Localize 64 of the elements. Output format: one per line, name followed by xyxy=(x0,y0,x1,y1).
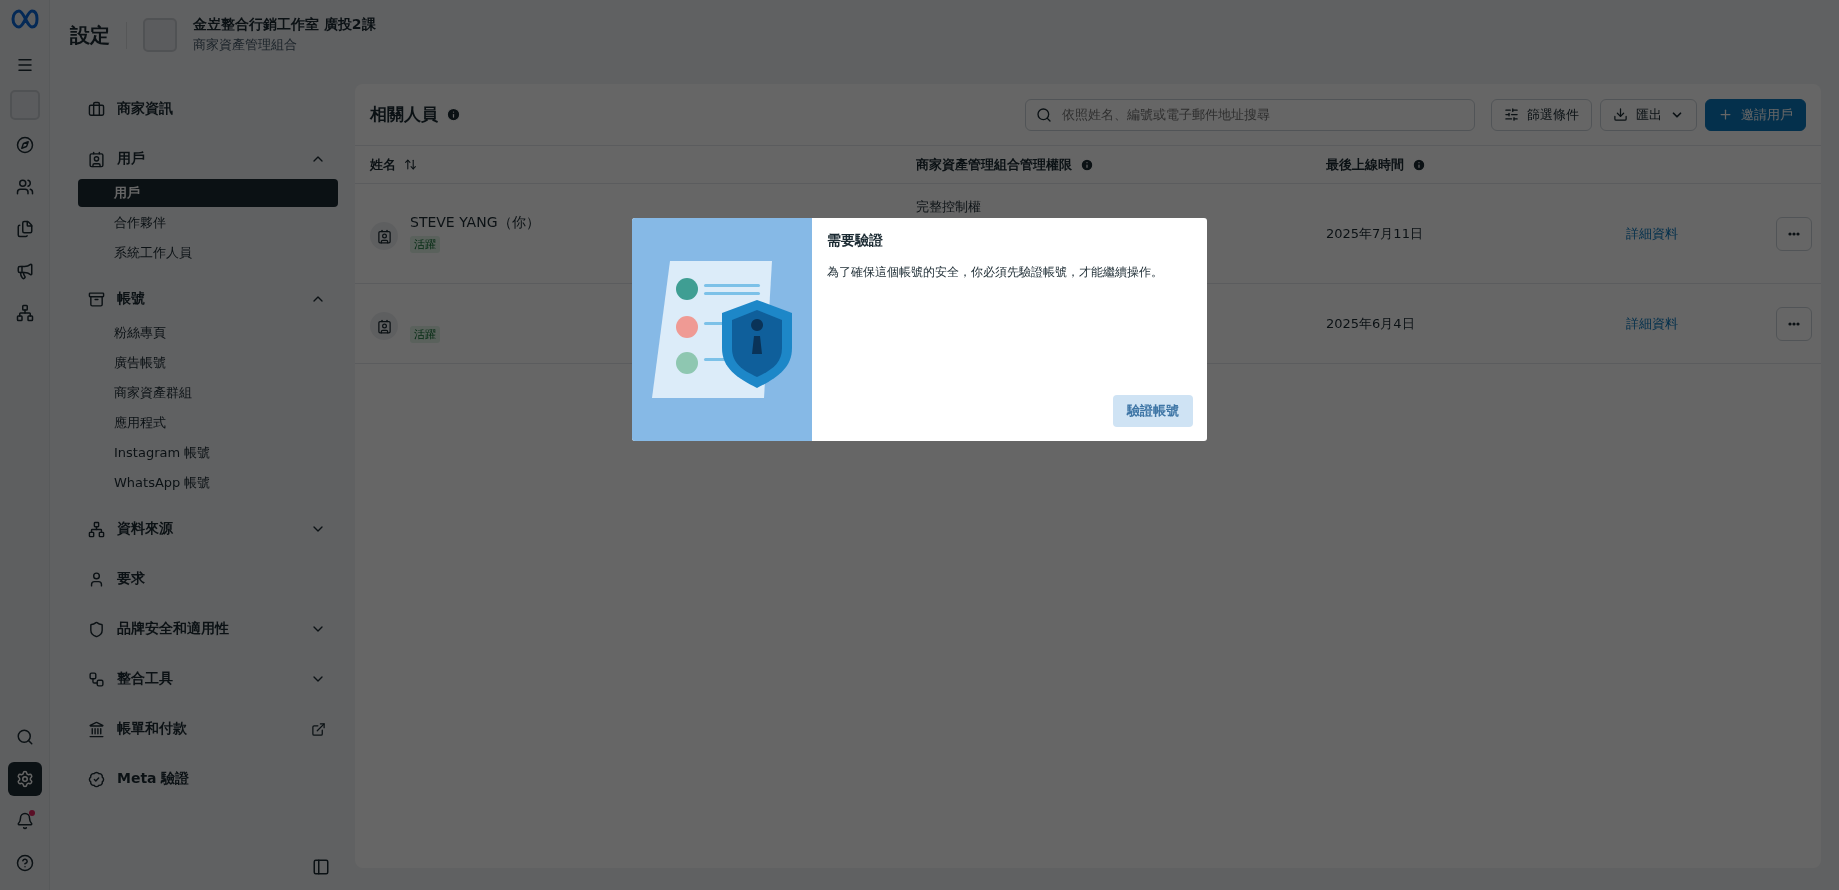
sidebar-section[interactable]: 用戶 xyxy=(78,140,338,178)
dialog-title: 需要驗證 xyxy=(827,232,884,250)
last-online-date: 2025年7月11日 xyxy=(1326,224,1423,243)
workflow-icon xyxy=(88,670,105,688)
search-icon xyxy=(1036,106,1052,123)
sidebar-section[interactable]: 品牌安全和適用性 xyxy=(78,610,338,648)
export-button[interactable]: 匯出 xyxy=(1600,98,1697,131)
status-tag: 活躍 xyxy=(410,236,440,253)
download-icon xyxy=(1613,107,1628,122)
column-header: 姓名 xyxy=(370,155,396,174)
status-tag: 活躍 xyxy=(410,326,440,343)
sidebar-item[interactable]: 用戶 xyxy=(78,179,338,207)
external-link-icon xyxy=(311,721,326,737)
sidebar-item[interactable]: 系統工作人員 xyxy=(78,239,338,267)
verified-icon xyxy=(88,770,105,788)
more-icon xyxy=(1788,231,1800,236)
permission-text: 完整控制權 xyxy=(916,198,981,216)
avatar-icon xyxy=(370,312,398,340)
sidebar-item[interactable]: 合作夥伴 xyxy=(78,209,338,237)
sidebar-item[interactable]: 商家資產群組 xyxy=(78,379,338,407)
network-icon xyxy=(88,520,105,538)
business-name: 金岦整合行銷工作室 廣投2課 xyxy=(193,16,376,34)
info-icon[interactable] xyxy=(446,107,461,122)
archive-icon xyxy=(88,290,105,308)
dialog-message: 為了確保這個帳號的安全，你必須先驗證帳號，才能繼續操作。 xyxy=(827,264,1164,281)
sidebar-item[interactable]: 粉絲專頁 xyxy=(78,319,338,347)
sidebar-section[interactable]: 整合工具 xyxy=(78,660,338,698)
sidebar-section[interactable]: 帳單和付款 xyxy=(78,710,338,748)
more-icon xyxy=(1788,321,1800,326)
sidebar-item[interactable]: 應用程式 xyxy=(78,409,338,437)
collapse-panel-icon[interactable] xyxy=(312,858,330,876)
sidebar-section[interactable]: 商家資訊 xyxy=(78,90,338,128)
bank-icon xyxy=(88,720,105,738)
info-icon[interactable] xyxy=(1412,157,1426,172)
details-link[interactable]: 詳細資料 xyxy=(1626,314,1678,333)
column-header: 商家資產管理組合管理權限 xyxy=(916,155,1072,174)
info-icon[interactable] xyxy=(1080,157,1094,172)
badge-icon xyxy=(88,150,105,168)
sidebar-section[interactable]: 資料來源 xyxy=(78,510,338,548)
plus-icon xyxy=(1718,107,1733,122)
user-name: STEVE YANG（你） xyxy=(410,214,540,232)
more-button[interactable] xyxy=(1776,306,1812,341)
sidebar-section[interactable]: 要求 xyxy=(78,560,338,598)
page-title: 設定 xyxy=(70,21,127,49)
details-link[interactable]: 詳細資料 xyxy=(1626,224,1678,243)
last-online-date: 2025年6月4日 xyxy=(1326,314,1415,333)
column-header: 最後上線時間 xyxy=(1326,155,1404,174)
settings-icon[interactable] xyxy=(7,762,42,796)
sidebar-item[interactable]: WhatsApp 帳號 xyxy=(78,469,338,497)
shield-icon xyxy=(88,620,105,638)
avatar-icon xyxy=(370,222,398,250)
sliders-icon xyxy=(1504,107,1519,122)
sidebar-item[interactable]: 廣告帳號 xyxy=(78,349,338,377)
panel-title: 相關人員 xyxy=(370,103,438,126)
filter-button[interactable]: 篩選條件 xyxy=(1491,98,1592,131)
invite-button[interactable]: 邀請用戶 xyxy=(1705,98,1806,131)
business-type: 商家資產管理組合 xyxy=(193,36,298,54)
user-icon xyxy=(88,570,105,588)
sort-icon[interactable] xyxy=(404,158,417,171)
sidebar-item[interactable]: Instagram 帳號 xyxy=(78,439,338,467)
briefcase-icon xyxy=(88,100,105,118)
sidebar-section[interactable]: 帳號 xyxy=(78,280,338,318)
more-button[interactable] xyxy=(1776,216,1812,251)
sidebar-section[interactable]: Meta 驗證 xyxy=(78,760,338,798)
